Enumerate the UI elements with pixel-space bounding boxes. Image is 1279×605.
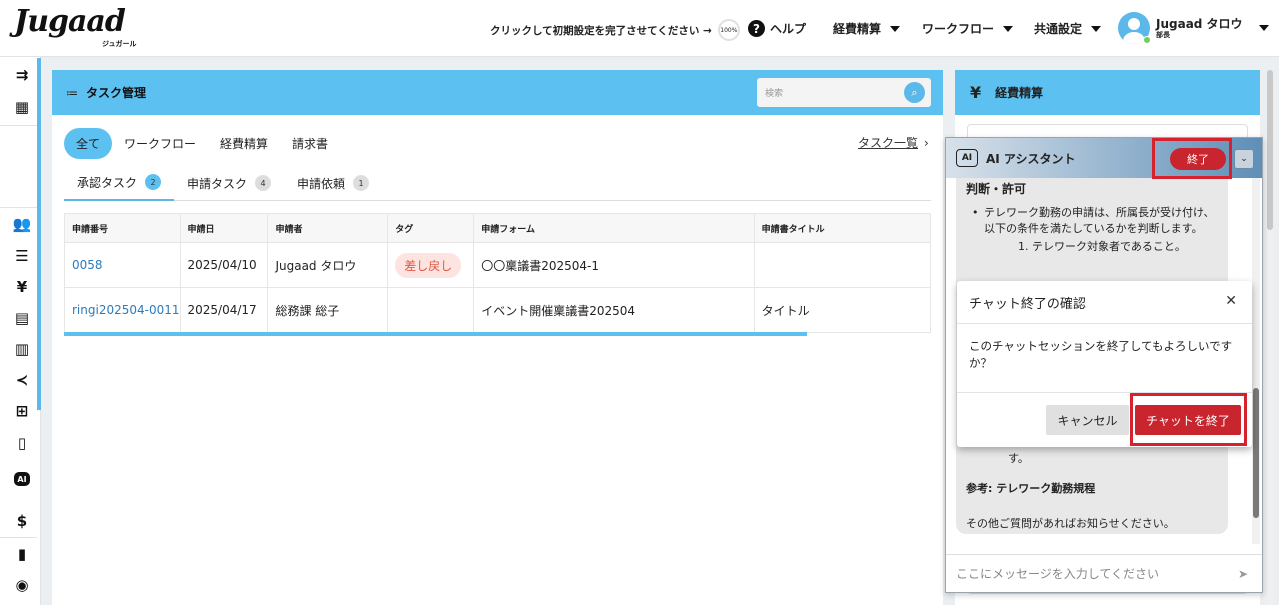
manual-icon[interactable]: ▮ <box>12 544 32 564</box>
question-circle-icon: ? <box>748 20 765 37</box>
app-header: Jugaad ジュガール クリックして初期設定を完了させてください → 100%… <box>0 0 1279 57</box>
application-form: 〇〇稟議書202504-1 <box>473 242 755 288</box>
column-header[interactable]: 申請フォーム <box>473 213 755 243</box>
tab-application-tasks[interactable]: 申請タスク 4 <box>174 165 284 201</box>
caret-down-icon <box>1091 25 1102 32</box>
application-title: タイトル <box>753 287 932 333</box>
filter-workflow[interactable]: ワークフロー <box>112 128 208 159</box>
task-search-input[interactable]: 検索 ⌕ <box>757 78 931 107</box>
chevron-right-icon: › <box>924 136 929 150</box>
ai-assistant-title: AI アシスタント <box>986 151 1076 166</box>
sidebar: ⇉ ▦ 👥 ☰ ¥ ▤ ▥ ≺ ⊞ ▯ AI $ ▮ ◉ <box>0 57 41 605</box>
menu-workflow[interactable]: ワークフロー <box>922 20 1014 37</box>
list-icon[interactable]: ☰ <box>12 246 32 266</box>
expense-panel-header: ¥ 経費精算 <box>955 70 1260 115</box>
dialog-title: チャット終了の確認 <box>957 281 1252 324</box>
message-closing: その他ご質問があればお知らせください。 <box>966 517 1175 530</box>
task-panel-title: タスク管理 <box>86 86 147 100</box>
column-header[interactable]: 申請番号 <box>64 213 181 243</box>
application-title <box>753 242 932 288</box>
invoice-dollar-icon[interactable]: $ <box>12 511 32 531</box>
chevron-down-icon[interactable]: ⌄ <box>1234 149 1254 169</box>
support-icon[interactable]: ◉ <box>12 575 32 595</box>
tag-cell <box>387 287 475 333</box>
menu-expense[interactable]: 経費精算 <box>833 20 901 37</box>
cancel-button[interactable]: キャンセル <box>1046 405 1129 435</box>
scrollbar-thumb[interactable] <box>1253 388 1259 518</box>
receipt-icon[interactable]: ▥ <box>12 339 32 359</box>
highlight-confirm-button <box>1130 393 1247 446</box>
book-icon[interactable]: ▯ <box>12 433 32 453</box>
online-status-dot <box>1143 36 1151 44</box>
task-subtabs: 承認タスク 2 申請タスク 4 申請依頼 1 <box>64 165 931 201</box>
count-badge: 4 <box>255 175 272 191</box>
close-icon[interactable]: ✕ <box>1225 293 1237 309</box>
page-scrollbar[interactable] <box>1267 70 1273 605</box>
search-icon[interactable]: ⌕ <box>904 82 925 103</box>
send-icon[interactable]: ➤ <box>1238 567 1248 581</box>
message-bullet: テレワーク勤務の申請は、所属長が受け付け、以下の条件を満たしているかを判断します… <box>972 205 1218 237</box>
sidebar-scroll-indicator <box>37 58 41 410</box>
column-header[interactable]: 申請日 <box>179 213 269 243</box>
dialog-message: このチャットセッションを終了してもよろしいですか？ <box>969 339 1233 370</box>
column-header[interactable]: 申請者 <box>267 213 389 243</box>
ai-logo-icon: AI <box>956 149 978 167</box>
ai-chat-icon[interactable]: AI <box>14 472 30 486</box>
expense-panel-title: 経費精算 <box>995 86 1044 100</box>
list-icon: ≔ <box>66 85 78 100</box>
setup-progress-ring: 100% <box>717 19 740 41</box>
share-icon[interactable]: ≺ <box>12 370 32 390</box>
table-row[interactable]: ringi202504-0011 2025/04/17 総務課 総子 イベント開… <box>64 287 932 333</box>
jugaad-logo[interactable]: Jugaad ジュガール <box>14 6 137 49</box>
users-icon[interactable]: 👥 <box>12 214 32 234</box>
menu-common-settings[interactable]: 共通設定 <box>1034 20 1102 37</box>
applicant: 総務課 総子 <box>267 287 389 333</box>
collapse-menu-icon[interactable]: ⇉ <box>12 65 32 85</box>
tag-badge: 差し戻し <box>395 252 462 278</box>
help-link[interactable]: ? ヘルプ <box>748 20 806 37</box>
task-filter-group: 全て ワークフロー 経費精算 請求書 <box>64 128 340 159</box>
task-table: 申請番号 申請日 申請者 タグ 申請フォーム 申請書タイトル 0058 2025… <box>64 213 932 333</box>
user-menu[interactable]: Jugaad タロウ 部長 <box>1118 12 1269 44</box>
task-management-panel: ≔ タスク管理 検索 ⌕ 全て ワークフロー 経費精算 請求書 タスク一覧 › 承… <box>52 70 943 605</box>
column-header[interactable]: タグ <box>387 213 475 243</box>
applicant: Jugaad タロウ <box>267 242 389 288</box>
ai-chat-scrollbar[interactable] <box>1252 178 1260 544</box>
caret-down-icon <box>1003 25 1014 32</box>
application-date: 2025/04/17 <box>179 287 269 333</box>
grid-icon[interactable]: ⊞ <box>12 401 32 421</box>
filter-all[interactable]: 全て <box>64 128 113 159</box>
filter-expense[interactable]: 経費精算 <box>208 128 280 159</box>
setup-prompt[interactable]: クリックして初期設定を完了させてください → 100% <box>490 19 740 41</box>
column-header[interactable]: 申請書タイトル <box>753 213 932 243</box>
task-list-link[interactable]: タスク一覧 › <box>858 134 929 151</box>
highlight-end-button <box>1152 138 1232 179</box>
yen-icon: ¥ <box>970 83 982 102</box>
application-form: イベント開催稟議書202504 <box>473 287 755 333</box>
table-header-row: 申請番号 申請日 申請者 タグ 申請フォーム 申請書タイトル <box>64 213 932 243</box>
application-date: 2025/04/10 <box>179 242 269 288</box>
table-row[interactable]: 0058 2025/04/10 Jugaad タロウ 差し戻し 〇〇稟議書202… <box>64 242 932 288</box>
application-number-link[interactable]: 0058 <box>64 242 181 288</box>
filter-invoice[interactable]: 請求書 <box>280 128 340 159</box>
caret-down-icon <box>890 25 901 32</box>
yen-icon[interactable]: ¥ <box>12 277 32 297</box>
application-number-link[interactable]: ringi202504-0011 <box>64 287 181 333</box>
count-badge: 2 <box>145 174 162 190</box>
count-badge: 1 <box>353 175 370 191</box>
tab-approval-tasks[interactable]: 承認タスク 2 <box>64 165 175 201</box>
ai-message-input[interactable]: ここにメッセージを入力してください ➤ <box>946 554 1262 592</box>
scrollbar-thumb[interactable] <box>1267 70 1273 230</box>
message-reference: 参考: テレワーク勤務規程 <box>966 482 1096 495</box>
caret-down-icon <box>1258 25 1269 31</box>
message-subitem: 1. テレワーク対象者であること。 <box>1018 240 1186 253</box>
message-text: す。 <box>1008 452 1029 465</box>
message-heading: 判断・許可 <box>966 182 1027 196</box>
table-horizontal-scrollbar[interactable] <box>64 332 807 336</box>
building-icon[interactable]: ▦ <box>12 97 32 117</box>
tab-application-requests[interactable]: 申請依頼 1 <box>284 165 382 201</box>
document-icon[interactable]: ▤ <box>12 308 32 328</box>
